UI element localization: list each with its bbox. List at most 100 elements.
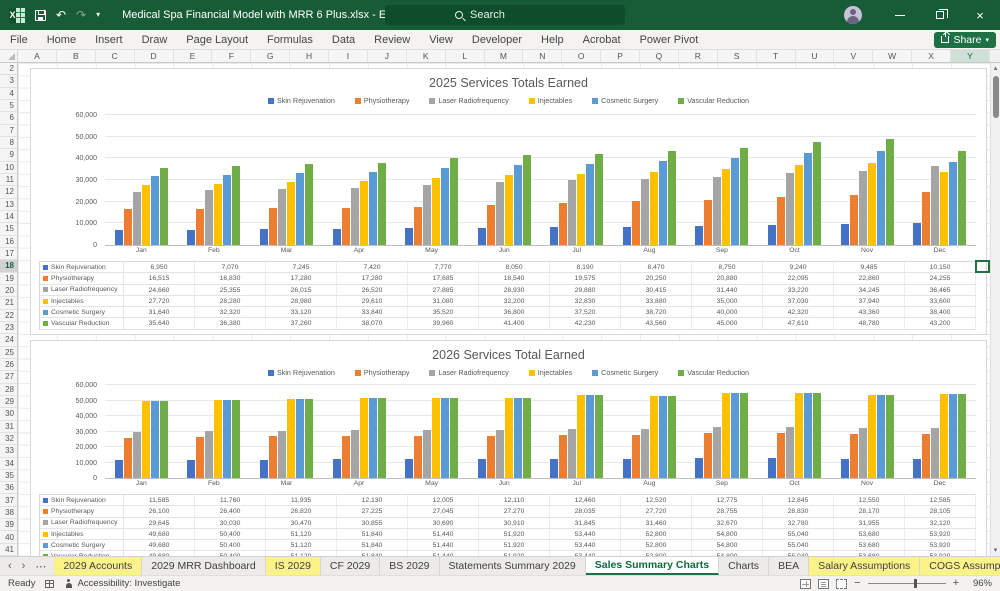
undo-button[interactable]: ↶: [56, 9, 66, 21]
row-header-11[interactable]: 11: [0, 174, 17, 186]
share-button[interactable]: Share ▾: [934, 32, 996, 48]
row-header-14[interactable]: 14: [0, 211, 17, 223]
row-header-23[interactable]: 23: [0, 322, 17, 334]
column-header-L[interactable]: L: [446, 50, 485, 62]
sheet-tab-is-2029[interactable]: IS 2029: [266, 557, 321, 575]
row-header-13[interactable]: 13: [0, 199, 17, 211]
column-header-T[interactable]: T: [757, 50, 796, 62]
qat-customize-button[interactable]: ▾: [96, 11, 100, 19]
sheet-tab-charts[interactable]: Charts: [719, 557, 769, 575]
column-header-N[interactable]: N: [523, 50, 562, 62]
ribbon-tab-page-layout[interactable]: Page Layout: [186, 34, 248, 46]
row-header-38[interactable]: 38: [0, 507, 17, 519]
scroll-down-icon[interactable]: ▾: [991, 545, 1000, 556]
redo-button[interactable]: ↷: [76, 9, 86, 21]
row-header-21[interactable]: 21: [0, 297, 17, 309]
row-header-10[interactable]: 10: [0, 162, 17, 174]
ribbon-tab-acrobat[interactable]: Acrobat: [583, 34, 621, 46]
row-header-32[interactable]: 32: [0, 433, 17, 445]
zoom-level[interactable]: 96%: [966, 578, 992, 589]
zoom-in-button[interactable]: +: [953, 578, 959, 589]
column-header-H[interactable]: H: [290, 50, 329, 62]
column-header-C[interactable]: C: [96, 50, 135, 62]
column-header-V[interactable]: V: [834, 50, 873, 62]
row-header-18[interactable]: 18: [0, 260, 17, 272]
row-header-39[interactable]: 39: [0, 519, 17, 531]
macro-record-icon[interactable]: [45, 580, 54, 588]
sheet-list-button[interactable]: ⋯: [35, 560, 46, 573]
vertical-scrollbar[interactable]: ▴ ▾: [990, 63, 1000, 556]
page-break-view-button[interactable]: [836, 579, 847, 589]
minimize-button[interactable]: [880, 0, 920, 30]
column-header-G[interactable]: G: [251, 50, 290, 62]
column-header-R[interactable]: R: [679, 50, 718, 62]
row-header-3[interactable]: 3: [0, 75, 17, 87]
column-header-P[interactable]: P: [601, 50, 640, 62]
next-sheet-button[interactable]: ›: [22, 560, 26, 572]
row-header-25[interactable]: 25: [0, 347, 17, 359]
scroll-up-icon[interactable]: ▴: [991, 63, 1000, 74]
column-header-W[interactable]: W: [873, 50, 912, 62]
column-header-X[interactable]: X: [912, 50, 951, 62]
ribbon-tab-draw[interactable]: Draw: [142, 34, 168, 46]
close-button[interactable]: ×: [960, 0, 1000, 30]
row-header-2[interactable]: 2: [0, 63, 17, 75]
row-header-12[interactable]: 12: [0, 186, 17, 198]
column-header-E[interactable]: E: [174, 50, 213, 62]
row-header-16[interactable]: 16: [0, 236, 17, 248]
column-header-B[interactable]: B: [57, 50, 96, 62]
zoom-slider[interactable]: [868, 583, 946, 584]
sheet-tab-salary-assumptions[interactable]: Salary Assumptions: [809, 557, 920, 575]
chart-2026-services-total[interactable]: 2026 Services Total Earned Skin Rejuvena…: [30, 340, 987, 556]
column-header-J[interactable]: J: [368, 50, 407, 62]
row-header-19[interactable]: 19: [0, 273, 17, 285]
row-header-36[interactable]: 36: [0, 482, 17, 494]
row-header-6[interactable]: 6: [0, 112, 17, 124]
ribbon-tab-review[interactable]: Review: [374, 34, 410, 46]
row-header-37[interactable]: 37: [0, 494, 17, 506]
zoom-out-button[interactable]: −: [854, 578, 860, 589]
column-header-U[interactable]: U: [796, 50, 835, 62]
row-header-29[interactable]: 29: [0, 396, 17, 408]
normal-view-button[interactable]: [800, 579, 811, 589]
row-header-8[interactable]: 8: [0, 137, 17, 149]
column-header-K[interactable]: K: [407, 50, 446, 62]
column-header-S[interactable]: S: [718, 50, 757, 62]
account-avatar[interactable]: [844, 6, 862, 24]
column-header-Y[interactable]: Y: [951, 50, 990, 62]
select-all-corner[interactable]: [0, 50, 18, 62]
prev-sheet-button[interactable]: ‹: [8, 560, 12, 572]
column-header-O[interactable]: O: [562, 50, 601, 62]
row-header-33[interactable]: 33: [0, 445, 17, 457]
ribbon-tab-formulas[interactable]: Formulas: [267, 34, 313, 46]
ribbon-tab-home[interactable]: Home: [47, 34, 76, 46]
row-header-28[interactable]: 28: [0, 384, 17, 396]
column-header-M[interactable]: M: [485, 50, 524, 62]
ribbon-tab-power-pivot[interactable]: Power Pivot: [640, 34, 699, 46]
sheet-area[interactable]: 2345678910111213141516171819202122232425…: [0, 63, 1000, 556]
restore-button[interactable]: [920, 0, 960, 30]
search-box[interactable]: Search: [385, 5, 625, 25]
sheet-tab-2029-accounts[interactable]: 2029 Accounts: [54, 557, 142, 575]
row-header-26[interactable]: 26: [0, 359, 17, 371]
save-button[interactable]: [35, 10, 46, 21]
row-header-27[interactable]: 27: [0, 371, 17, 383]
row-header-22[interactable]: 22: [0, 310, 17, 322]
sheet-tab-bea[interactable]: BEA: [769, 557, 809, 575]
sheet-tab-sales-summary-charts[interactable]: Sales Summary Charts: [586, 557, 719, 575]
column-header-A[interactable]: A: [18, 50, 57, 62]
ribbon-tab-view[interactable]: View: [429, 34, 453, 46]
row-header-20[interactable]: 20: [0, 285, 17, 297]
sheet-tab-2029-mrr-dashboard[interactable]: 2029 MRR Dashboard: [142, 557, 265, 575]
page-layout-view-button[interactable]: [818, 579, 829, 589]
chart-2025-services-totals[interactable]: 2025 Services Totals Earned Skin Rejuven…: [30, 68, 987, 335]
row-header-30[interactable]: 30: [0, 408, 17, 420]
excel-app-icon[interactable]: X: [9, 8, 25, 23]
ribbon-tab-file[interactable]: File: [10, 34, 28, 46]
ribbon-tab-insert[interactable]: Insert: [95, 34, 123, 46]
row-header-31[interactable]: 31: [0, 421, 17, 433]
ribbon-tab-help[interactable]: Help: [541, 34, 564, 46]
sheet-tab-bs-2029[interactable]: BS 2029: [380, 557, 439, 575]
row-header-40[interactable]: 40: [0, 531, 17, 543]
row-header-7[interactable]: 7: [0, 125, 17, 137]
